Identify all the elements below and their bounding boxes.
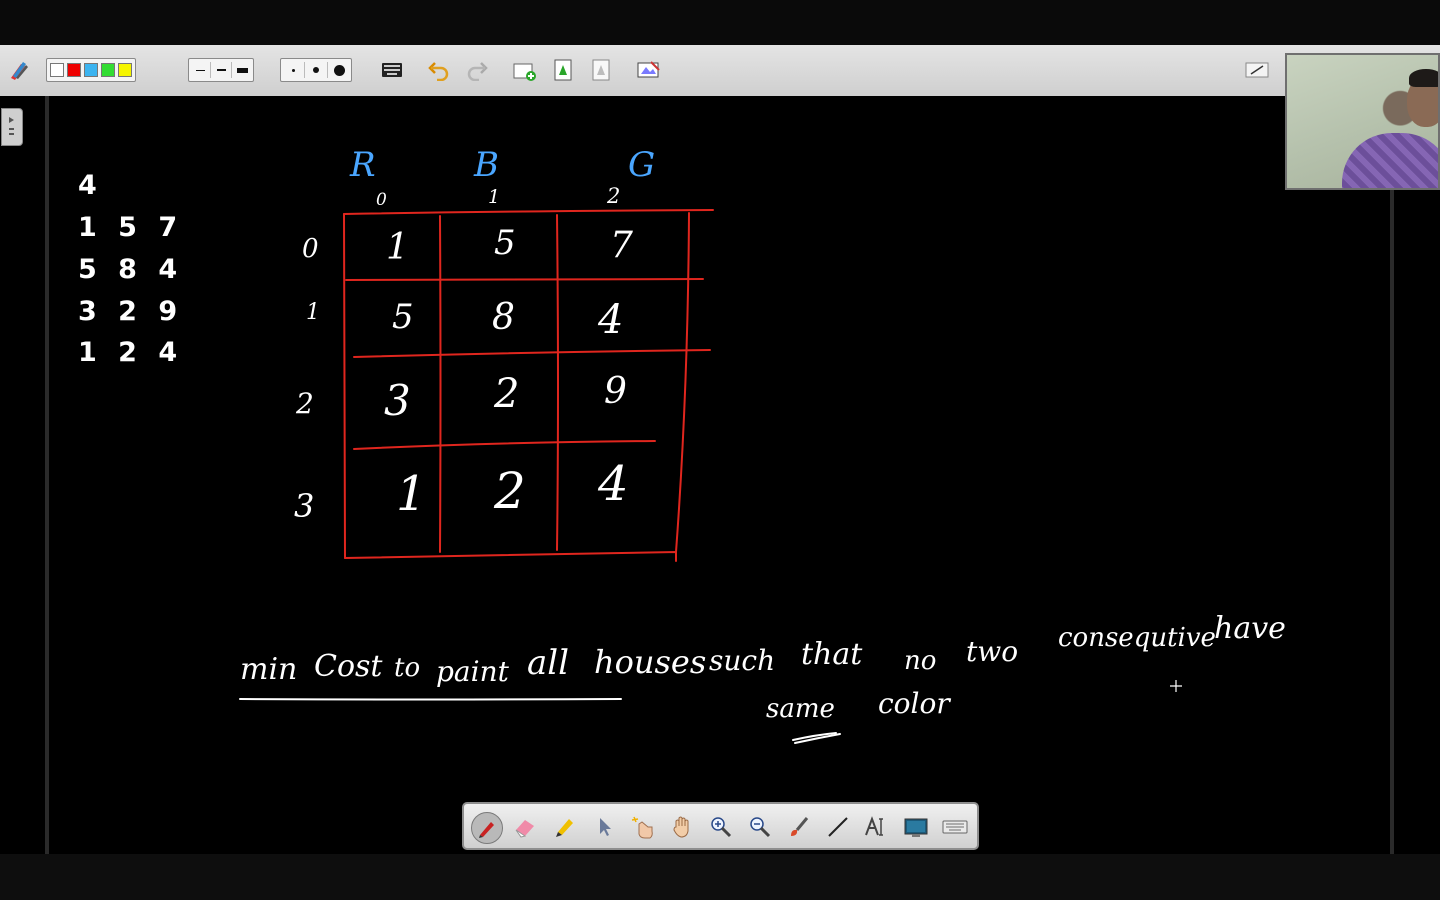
column-header-b: B: [474, 145, 499, 185]
problem-word: all: [527, 643, 570, 683]
column-index: 0: [376, 190, 387, 210]
problem-word: Cost: [314, 649, 383, 684]
text-icon[interactable]: [862, 812, 892, 842]
problem-word: to: [394, 653, 421, 683]
grid-cell: 3: [384, 376, 411, 425]
column-index: 2: [607, 184, 621, 208]
problem-word: have: [1214, 611, 1286, 646]
grid-strokes: [239, 209, 841, 744]
problem-word: two: [966, 635, 1019, 668]
magic-pointer-icon[interactable]: [628, 812, 658, 842]
problem-word: min: [240, 652, 298, 687]
grid-cell: 8: [492, 297, 515, 338]
problem-word: such: [709, 644, 776, 677]
grid-cell: 5: [494, 223, 516, 263]
problem-word: consequtive: [1058, 623, 1216, 653]
highlighter-icon[interactable]: [550, 812, 580, 842]
problem-word: paint: [436, 655, 509, 688]
grid-cell: 1: [386, 227, 409, 268]
grid-cell: 4: [598, 297, 624, 343]
problem-word: houses: [594, 643, 707, 681]
eraser-icon[interactable]: [510, 812, 540, 842]
row-index: 3: [294, 487, 315, 525]
column-header-g: G: [628, 145, 656, 185]
problem-word: that: [801, 637, 863, 672]
problem-word: color: [878, 687, 950, 720]
webcam-overlay[interactable]: [1285, 53, 1440, 190]
presenter-hair: [1409, 69, 1438, 87]
grid-cell: 4: [598, 456, 629, 512]
keyboard-icon[interactable]: [940, 812, 970, 842]
drawing-tools-dock: [462, 802, 979, 850]
grid-cell: 1: [396, 466, 427, 522]
hand-icon[interactable]: [667, 812, 697, 842]
brush-icon[interactable]: [784, 812, 814, 842]
grid-cell: 5: [392, 297, 414, 337]
grid-cell: 2: [494, 371, 520, 417]
crosshair-cursor-icon: [1170, 680, 1182, 692]
whiteboard-icon[interactable]: [901, 812, 931, 842]
row-index: 1: [306, 300, 320, 325]
problem-word: no: [904, 646, 937, 676]
zoom-out-icon[interactable]: [745, 812, 775, 842]
presenter-shirt: [1342, 133, 1438, 188]
pointer-icon[interactable]: [589, 812, 619, 842]
grid-cell: 9: [604, 371, 627, 412]
pen-icon[interactable]: [471, 812, 503, 844]
row-index: 2: [296, 387, 314, 420]
line-icon[interactable]: [823, 812, 853, 842]
window-bottom-area: [0, 854, 1440, 900]
zoom-in-icon[interactable]: [706, 812, 736, 842]
grid-cell: 7: [610, 225, 633, 266]
row-index: 0: [302, 234, 319, 264]
column-index: 1: [488, 186, 501, 208]
problem-word: same: [766, 694, 835, 724]
column-header-r: R: [350, 145, 376, 185]
grid-cell: 2: [494, 462, 526, 520]
